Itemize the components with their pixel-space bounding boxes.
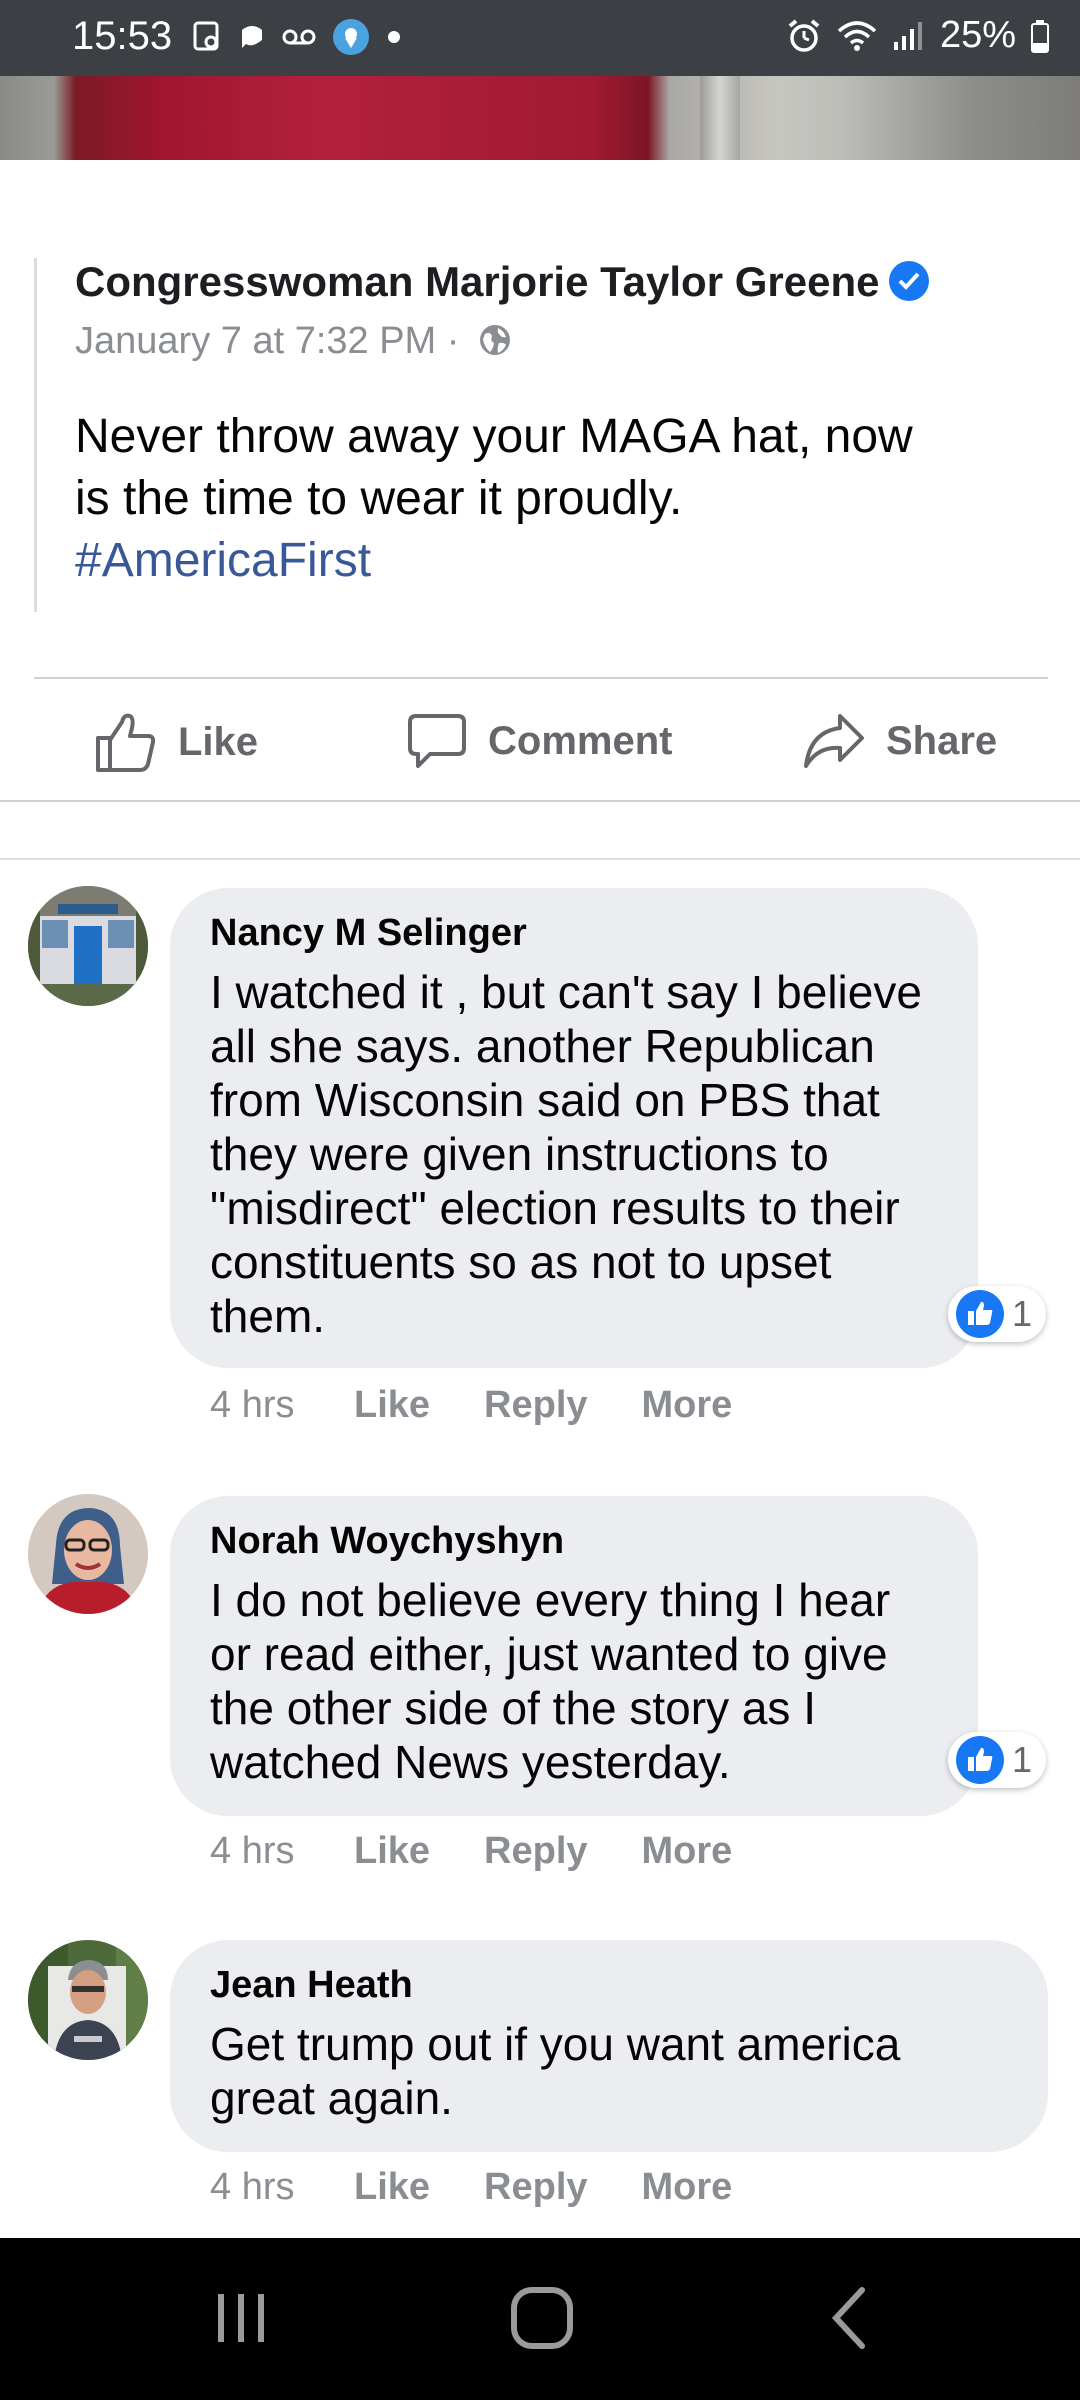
avatar[interactable]: [28, 886, 148, 1006]
comment-more-button[interactable]: More: [642, 1384, 733, 1427]
comment-actions: 4 hrs Like Reply More: [210, 1384, 786, 1427]
location-icon: [333, 19, 369, 55]
comment-more-button[interactable]: More: [642, 2166, 733, 2209]
comment-icon: [408, 714, 466, 768]
commenter-name[interactable]: Norah Woychyshyn: [210, 1520, 938, 1563]
comment-reply-button[interactable]: Reply: [484, 1384, 587, 1427]
recent-apps-icon[interactable]: [212, 2278, 272, 2358]
reaction-count: 1: [1012, 1293, 1033, 1334]
post-author[interactable]: Congresswoman Marjorie Taylor Greene: [75, 258, 930, 306]
avatar[interactable]: [28, 1940, 148, 2060]
like-reaction-icon: [956, 1736, 1004, 1784]
home-icon[interactable]: [508, 2278, 578, 2358]
comment-text: I watched it , but can't say I believe a…: [210, 966, 922, 1342]
signal-icon: [893, 21, 922, 50]
message-icon: [242, 26, 262, 48]
comment-reply-button[interactable]: Reply: [484, 2166, 587, 2209]
thumbs-up-icon: [96, 713, 156, 772]
share-icon: [804, 714, 864, 768]
comment-reply-button[interactable]: Reply: [484, 1830, 587, 1873]
divider: [0, 858, 1080, 860]
comment-label: Comment: [488, 718, 673, 763]
avatar[interactable]: [28, 1494, 148, 1614]
like-reaction-icon: [956, 1290, 1004, 1338]
share-button[interactable]: Share: [802, 710, 997, 772]
alarm-icon: [788, 18, 820, 52]
post-author-name[interactable]: Congresswoman Marjorie Taylor Greene: [75, 258, 879, 305]
back-icon[interactable]: [824, 2278, 874, 2358]
comment-bubble[interactable]: Jean Heath Get trump out if you want ame…: [170, 1940, 1048, 2152]
post-action-bar: Like Comment Share: [0, 680, 1080, 800]
like-button[interactable]: Like: [94, 710, 258, 774]
wifi-icon: [837, 20, 877, 51]
comment-bubble[interactable]: Norah Woychyshyn I do not believe every …: [170, 1496, 978, 1816]
comment-time: 4 hrs: [210, 1830, 295, 1872]
post-timestamp-text: January 7 at 7:32 PM ·: [75, 320, 460, 362]
comment-time: 4 hrs: [210, 1384, 295, 1426]
shared-post[interactable]: Congresswoman Marjorie Taylor Greene Jan…: [34, 258, 1047, 612]
dot-icon: [388, 31, 400, 43]
status-bar: 15:53 25%: [0, 0, 1080, 76]
comment-like-button[interactable]: Like: [354, 1830, 430, 1873]
post-text-line: is the time to wear it proudly.: [75, 472, 683, 525]
post-text: Never throw away your MAGA hat, now is t…: [75, 406, 1035, 592]
notification-icons: [192, 18, 402, 56]
reaction-badge[interactable]: 1: [948, 1286, 1047, 1342]
post-timestamp[interactable]: January 7 at 7:32 PM ·: [75, 320, 512, 363]
verified-icon: [889, 260, 930, 301]
hashtag-link[interactable]: #AmericaFirst: [75, 530, 1035, 592]
comment-text: I do not believe every thing I hear or r…: [210, 1574, 891, 1788]
post-text-line: Never throw away your MAGA hat, now: [75, 410, 913, 463]
comment-text: Get trump out if you want america great …: [210, 2018, 901, 2124]
system-icons: 25%: [786, 14, 1050, 57]
gallery-icon: [193, 21, 219, 51]
reaction-count: 1: [1012, 1739, 1033, 1780]
share-label: Share: [886, 718, 998, 763]
divider: [34, 677, 1048, 679]
comment-like-button[interactable]: Like: [354, 2166, 430, 2209]
voicemail-icon: [282, 29, 316, 45]
commenter-name[interactable]: Nancy M Selinger: [210, 912, 938, 955]
commenter-name[interactable]: Jean Heath: [210, 1964, 1008, 2007]
globe-icon: [479, 324, 510, 355]
divider: [0, 800, 1080, 802]
like-label: Like: [178, 719, 259, 764]
comment-bubble[interactable]: Nancy M Selinger I watched it , but can'…: [170, 888, 978, 1368]
battery-percent: 25%: [939, 14, 1016, 56]
comment-actions: 4 hrs Like Reply More: [210, 2166, 786, 2209]
reaction-badge[interactable]: 1: [948, 1732, 1047, 1788]
comment-button[interactable]: Comment: [406, 710, 672, 772]
status-time: 15:53: [72, 14, 173, 58]
comment-like-button[interactable]: Like: [354, 1384, 430, 1427]
post-image-fragment[interactable]: [0, 76, 1080, 160]
comment-more-button[interactable]: More: [642, 1830, 733, 1873]
comment-time: 4 hrs: [210, 2166, 295, 2208]
navigation-bar: [0, 2238, 1080, 2400]
battery-icon: [1031, 19, 1049, 53]
comment-actions: 4 hrs Like Reply More: [210, 1830, 786, 1873]
